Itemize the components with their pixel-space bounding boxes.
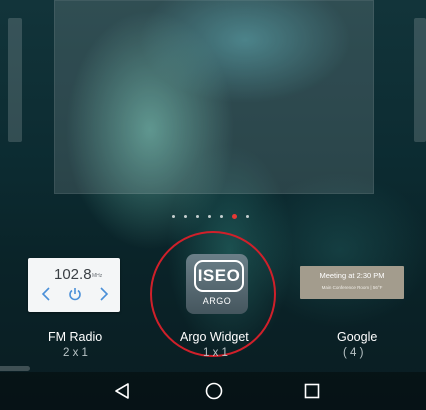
home-icon: [205, 382, 223, 400]
widget-size: ( 4 ): [343, 347, 364, 359]
chevron-right-icon: [99, 287, 109, 304]
widget-name: Google: [337, 330, 378, 344]
meeting-title: Meeting at 2:30 PM: [319, 271, 385, 280]
widget-size: 2 x 1: [63, 347, 88, 359]
home-screen-page-preview[interactable]: [54, 0, 374, 194]
page-dot: [220, 214, 223, 218]
recents-icon: [304, 383, 320, 399]
meeting-subtitle: Main Conference Room | 56°F: [321, 285, 383, 290]
chevron-left-icon: [41, 287, 51, 304]
navigation-bar: [0, 372, 426, 410]
widget-name: Argo Widget: [180, 330, 249, 344]
page-dot: [208, 214, 211, 218]
page-dot: [246, 214, 249, 218]
fm-frequency: 102.8: [54, 266, 92, 283]
home-button[interactable]: [192, 372, 236, 410]
widget-size: 1 x 1: [203, 347, 228, 359]
widget-name: FM Radio: [48, 330, 103, 344]
page-dot-active: [232, 213, 237, 219]
page-dot: [172, 214, 175, 218]
fm-unit: MHz: [92, 273, 103, 279]
page-dot: [184, 214, 187, 218]
next-page-preview[interactable]: [414, 18, 426, 142]
back-button[interactable]: [100, 372, 144, 410]
google-widget-preview[interactable]: Meeting at 2:30 PM Main Conference Room …: [300, 266, 404, 299]
power-icon: [68, 287, 82, 304]
page-dot: [196, 214, 199, 218]
back-icon: [115, 383, 129, 399]
fm-radio-widget-preview[interactable]: 102.8 MHz: [28, 258, 120, 312]
page-indicator: [172, 212, 249, 220]
recents-button[interactable]: [290, 372, 334, 410]
previous-page-preview[interactable]: [8, 18, 22, 142]
side-drawer-handle[interactable]: [0, 366, 30, 371]
